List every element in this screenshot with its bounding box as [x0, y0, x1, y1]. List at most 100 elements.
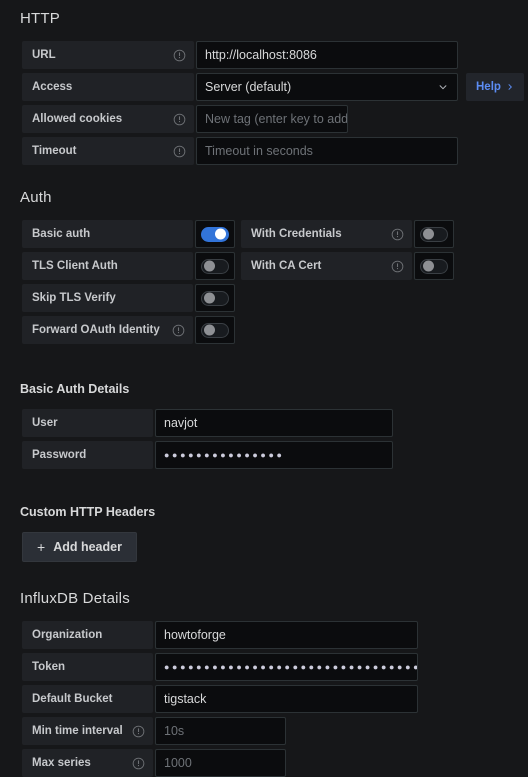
- auth-label-tls-client-auth: TLS Client Auth: [22, 252, 193, 280]
- toggle-with-ca-cert[interactable]: [414, 252, 454, 280]
- input-placeholder-text: New tag (enter key to add): [205, 112, 348, 126]
- input-password[interactable]: ●●●●●●●●●●●●●●●: [155, 441, 393, 469]
- chevron-down-icon[interactable]: [438, 82, 448, 92]
- toggle-switch-off[interactable]: [201, 290, 229, 306]
- info-icon-wrapper[interactable]: [132, 725, 145, 738]
- input-timeout[interactable]: Timeout in seconds: [196, 137, 458, 165]
- field-row: Token ●●●●●●●●●●●●●●●●●●●●●●●●●●●●●●●●●●●…: [0, 653, 528, 681]
- auth-row: Basic auth With Credentials: [22, 220, 528, 248]
- toggle-basic-auth[interactable]: [195, 220, 235, 248]
- auth-label-text: With CA Cert: [251, 260, 322, 272]
- section-title-custom-http-headers: Custom HTTP Headers: [20, 505, 156, 519]
- toggle-switch-off[interactable]: [420, 226, 448, 242]
- field-label-min-time-interval: Min time interval: [22, 717, 153, 745]
- info-icon-wrapper[interactable]: [173, 145, 186, 158]
- influxdb-field-list: Organization howtoforge Token ●●●●●●●●●●●●●…: [0, 621, 528, 777]
- info-circle-icon: [391, 228, 404, 240]
- basic-auth-field-list: User navjot Password ●●●●●●●●●●●●●●●: [0, 409, 528, 469]
- field-row: User navjot: [0, 409, 528, 437]
- password-masked-value: ●●●●●●●●●●●●●●●●●●●●●●●●●●●●●●●●●●●●●●●●: [164, 661, 417, 672]
- field-row: Allowed cookies New tag (enter key to add…: [0, 105, 528, 133]
- field-label-text: Organization: [32, 629, 103, 641]
- http-field-list: URL http://localhost:8086 Access Server (de…: [0, 41, 528, 165]
- auth-label-text: Forward OAuth Identity: [32, 324, 160, 336]
- auth-row: Skip TLS Verify: [22, 284, 528, 312]
- section-title-auth: Auth: [20, 189, 52, 206]
- field-label-text: Min time interval: [32, 725, 123, 737]
- input-token[interactable]: ●●●●●●●●●●●●●●●●●●●●●●●●●●●●●●●●●●●●●●●●: [155, 653, 418, 681]
- section-title-http: HTTP: [20, 10, 60, 27]
- input-user[interactable]: navjot: [155, 409, 393, 437]
- toggle-skip-tls-verify[interactable]: [195, 284, 235, 312]
- info-icon-wrapper[interactable]: [172, 324, 185, 337]
- field-label-max-series: Max series: [22, 749, 153, 777]
- plus-icon: +: [37, 539, 46, 555]
- auth-row: TLS Client Auth With CA Cert: [22, 252, 528, 280]
- field-label-text: Access: [32, 81, 73, 93]
- help-button-label: Help: [476, 81, 501, 93]
- field-label-text: URL: [32, 49, 56, 61]
- toggle-switch-on[interactable]: [201, 226, 229, 242]
- add-header-button[interactable]: + Add header: [22, 532, 137, 562]
- info-circle-icon: [173, 145, 186, 157]
- input-max-series[interactable]: 1000: [155, 749, 286, 777]
- select-access[interactable]: Server (default): [196, 73, 458, 101]
- field-label-text: Default Bucket: [32, 693, 113, 705]
- add-header-label: Add header: [53, 540, 122, 554]
- input-value-text: Server (default): [205, 80, 292, 94]
- help-button[interactable]: Help: [466, 73, 524, 101]
- input-min-time-interval[interactable]: 10s: [155, 717, 286, 745]
- auth-label-basic-auth: Basic auth: [22, 220, 193, 248]
- input-value-text: tigstack: [164, 692, 207, 706]
- toggle-tls-client-auth[interactable]: [195, 252, 235, 280]
- field-label-user: User: [22, 409, 153, 437]
- info-icon-wrapper[interactable]: [391, 228, 404, 241]
- toggle-knob: [423, 260, 434, 272]
- info-icon-wrapper[interactable]: [391, 260, 404, 273]
- auth-label-skip-tls-verify: Skip TLS Verify: [22, 284, 193, 312]
- input-organization[interactable]: howtoforge: [155, 621, 418, 649]
- field-row: Default Bucket tigstack: [0, 685, 528, 713]
- input-allowed-cookies[interactable]: New tag (enter key to add): [196, 105, 348, 133]
- field-row: Timeout Timeout in seconds: [0, 137, 528, 165]
- auth-label-text: With Credentials: [251, 228, 342, 240]
- chevron-right-icon: [508, 84, 512, 90]
- info-circle-icon: [172, 324, 185, 336]
- toggle-knob: [204, 324, 215, 336]
- auth-row: Forward OAuth Identity: [22, 316, 528, 344]
- field-row: URL http://localhost:8086: [0, 41, 528, 69]
- info-circle-icon: [173, 49, 186, 61]
- toggle-knob: [204, 260, 215, 272]
- info-icon-wrapper[interactable]: [173, 49, 186, 62]
- auth-label-text: Skip TLS Verify: [32, 292, 116, 304]
- field-row: Organization howtoforge: [0, 621, 528, 649]
- toggle-with-credentials[interactable]: [414, 220, 454, 248]
- field-label-text: Timeout: [32, 145, 77, 157]
- field-row: Min time interval 10s: [0, 717, 528, 745]
- input-default-bucket[interactable]: tigstack: [155, 685, 418, 713]
- toggle-knob: [215, 228, 226, 240]
- field-row: Password ●●●●●●●●●●●●●●●: [0, 441, 528, 469]
- toggle-switch-off[interactable]: [420, 258, 448, 274]
- field-label-password: Password: [22, 441, 153, 469]
- input-url[interactable]: http://localhost:8086: [196, 41, 458, 69]
- input-value-text: navjot: [164, 416, 198, 430]
- info-icon-wrapper[interactable]: [173, 113, 186, 126]
- field-label-text: Max series: [32, 757, 91, 769]
- toggle-switch-off[interactable]: [201, 322, 229, 338]
- input-placeholder-text: 10s: [164, 724, 185, 738]
- input-value-text: http://localhost:8086: [205, 48, 317, 62]
- toggle-switch-off[interactable]: [201, 258, 229, 274]
- datasource-settings-page: HTTP URL http://localhost:8086 Access Serve…: [0, 0, 528, 777]
- password-masked-value: ●●●●●●●●●●●●●●●: [164, 449, 285, 460]
- info-circle-icon: [132, 725, 145, 737]
- auth-label-with-credentials: With Credentials: [241, 220, 412, 248]
- info-circle-icon: [173, 113, 186, 125]
- field-label-organization: Organization: [22, 621, 153, 649]
- toggle-forward-oauth-identity[interactable]: [195, 316, 235, 344]
- field-label-text: Password: [32, 449, 87, 461]
- field-label-timeout: Timeout: [22, 137, 194, 165]
- info-icon-wrapper[interactable]: [132, 757, 145, 770]
- input-placeholder-text: Timeout in seconds: [205, 144, 313, 158]
- auth-label-text: TLS Client Auth: [32, 260, 118, 272]
